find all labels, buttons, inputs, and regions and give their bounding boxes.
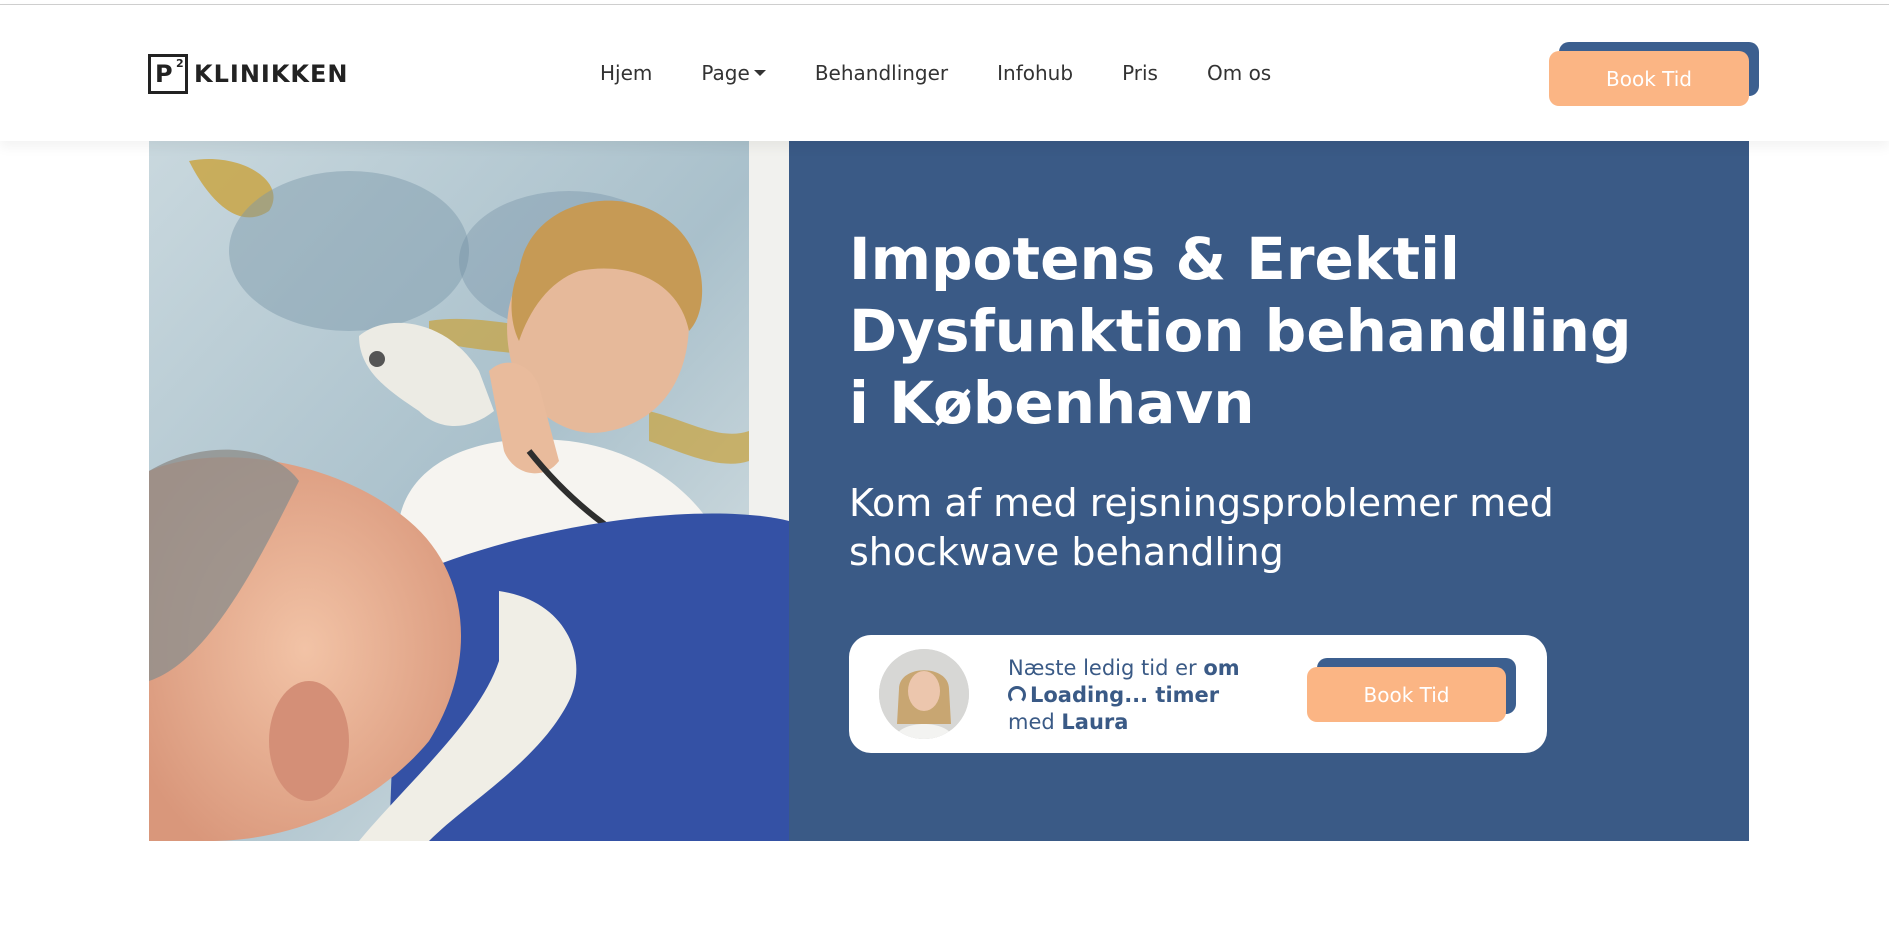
availability-med: med — [1008, 710, 1055, 734]
nav-item-behandlinger[interactable]: Behandlinger — [815, 61, 948, 85]
nav-item-pris[interactable]: Pris — [1122, 61, 1158, 85]
hero-image — [149, 141, 789, 841]
availability-text: Næste ledig tid er om Loading... timer m… — [1008, 655, 1278, 736]
nav-label: Om os — [1206, 61, 1272, 85]
logo-letter: P — [155, 60, 173, 88]
nav-label: Behandlinger — [814, 61, 949, 85]
availability-card: Næste ledig tid er om Loading... timer m… — [849, 635, 1547, 753]
nav-label: Pris — [1122, 61, 1158, 85]
treatment-photo — [149, 141, 789, 841]
hero-title: Impotens & Erektil Dysfunktion behandlin… — [849, 225, 1632, 437]
card-book-wrap: Book Tid — [1307, 658, 1517, 722]
hero-subtitle: Kom af med rejsningsproblemer med shockw… — [849, 481, 1554, 574]
logo-superscript: 2 — [176, 57, 184, 70]
hero-section: Impotens & Erektil Dysfunktion behandlin… — [149, 141, 1749, 841]
header-book-wrap: Book Tid — [1549, 42, 1759, 106]
nav-item-hjem[interactable]: Hjem — [600, 61, 652, 85]
availability-loading: Loading... timer — [1030, 683, 1220, 707]
nav-item-page[interactable]: Page — [701, 61, 766, 85]
avatar — [879, 649, 969, 739]
card-book-button[interactable]: Book Tid — [1307, 667, 1506, 722]
nav-item-infohub[interactable]: Infohub — [997, 61, 1073, 85]
nav-label: Hjem — [600, 61, 653, 85]
site-logo[interactable]: P 2 KLINIKKEN — [148, 53, 349, 95]
availability-prefix: Næste ledig tid er — [1008, 656, 1197, 680]
hero-panel: Impotens & Erektil Dysfunktion behandlin… — [789, 141, 1749, 841]
spinner-icon — [1008, 686, 1026, 704]
logo-mark: P 2 — [148, 54, 188, 94]
nav-label: Infohub — [997, 61, 1074, 85]
chevron-down-icon — [753, 70, 766, 76]
therapist-name: Laura — [1061, 710, 1129, 734]
nav-label: Page — [701, 61, 750, 85]
therapist-photo — [879, 649, 969, 739]
logo-text: KLINIKKEN — [194, 60, 349, 88]
header-book-button[interactable]: Book Tid — [1549, 51, 1749, 106]
availability-om: om — [1203, 656, 1240, 680]
site-header: P 2 KLINIKKEN Hjem Page Behandlinger Inf… — [0, 5, 1889, 141]
main-nav: Hjem Page Behandlinger Infohub Pris Om o… — [600, 61, 1320, 85]
nav-item-om-os[interactable]: Om os — [1207, 61, 1271, 85]
